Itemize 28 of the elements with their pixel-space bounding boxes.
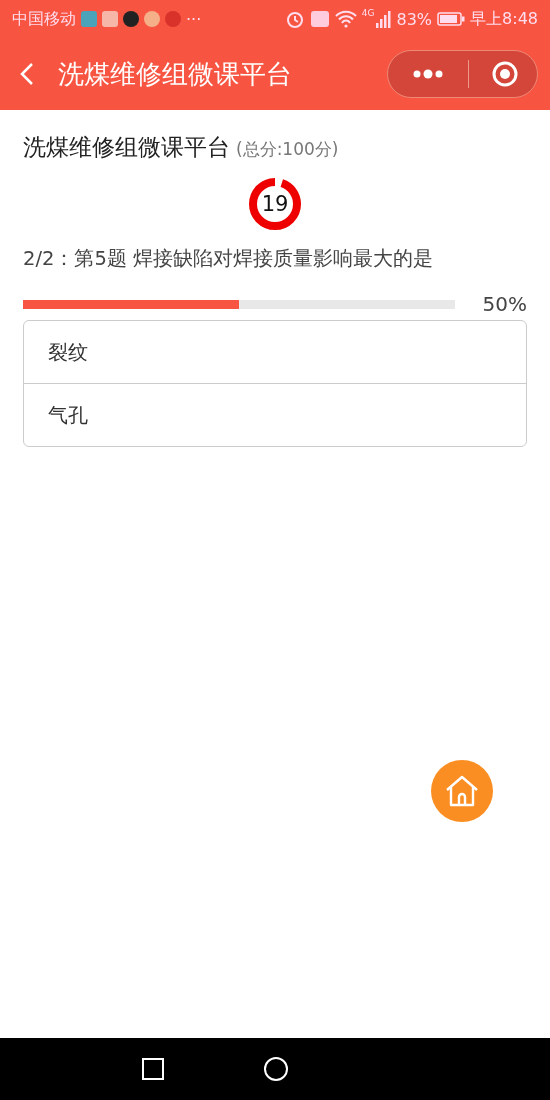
recent-apps-icon[interactable] [141,1057,165,1081]
back-button[interactable] [20,62,34,86]
progress-percent: 50% [482,292,527,316]
question-text: 2/2：第5题 焊接缺陷对焊接质量影响最大的是 [23,246,434,272]
carrier-name: 中国移动 [12,8,76,30]
page-title: 洗煤维修组微课平台 [58,57,293,91]
app-icon [102,11,118,27]
wifi-icon [334,10,357,28]
battery-icon [437,12,466,26]
signal-icon [375,10,392,28]
quiz-title: 洗煤维修组微课平台 [23,133,230,162]
app-icon [165,11,181,27]
countdown-ring [248,177,302,231]
home-icon [444,774,480,808]
answer-option[interactable]: 裂纹 [24,321,526,383]
more-notifications: ··· [186,9,202,29]
network-type: 4G [361,8,375,18]
close-program-icon[interactable] [491,60,519,88]
app-icon [81,11,97,27]
app-icon [144,11,160,27]
countdown-number: 19 [261,191,289,217]
total-score: (总分:100分) [236,138,339,161]
battery-percent: 83% [396,9,433,29]
clock: 早上8:48 [470,8,538,30]
alarm-icon [284,9,305,29]
answer-option[interactable]: 气孔 [24,383,526,446]
home-nav-icon[interactable] [263,1056,289,1082]
app-icon [123,11,139,27]
